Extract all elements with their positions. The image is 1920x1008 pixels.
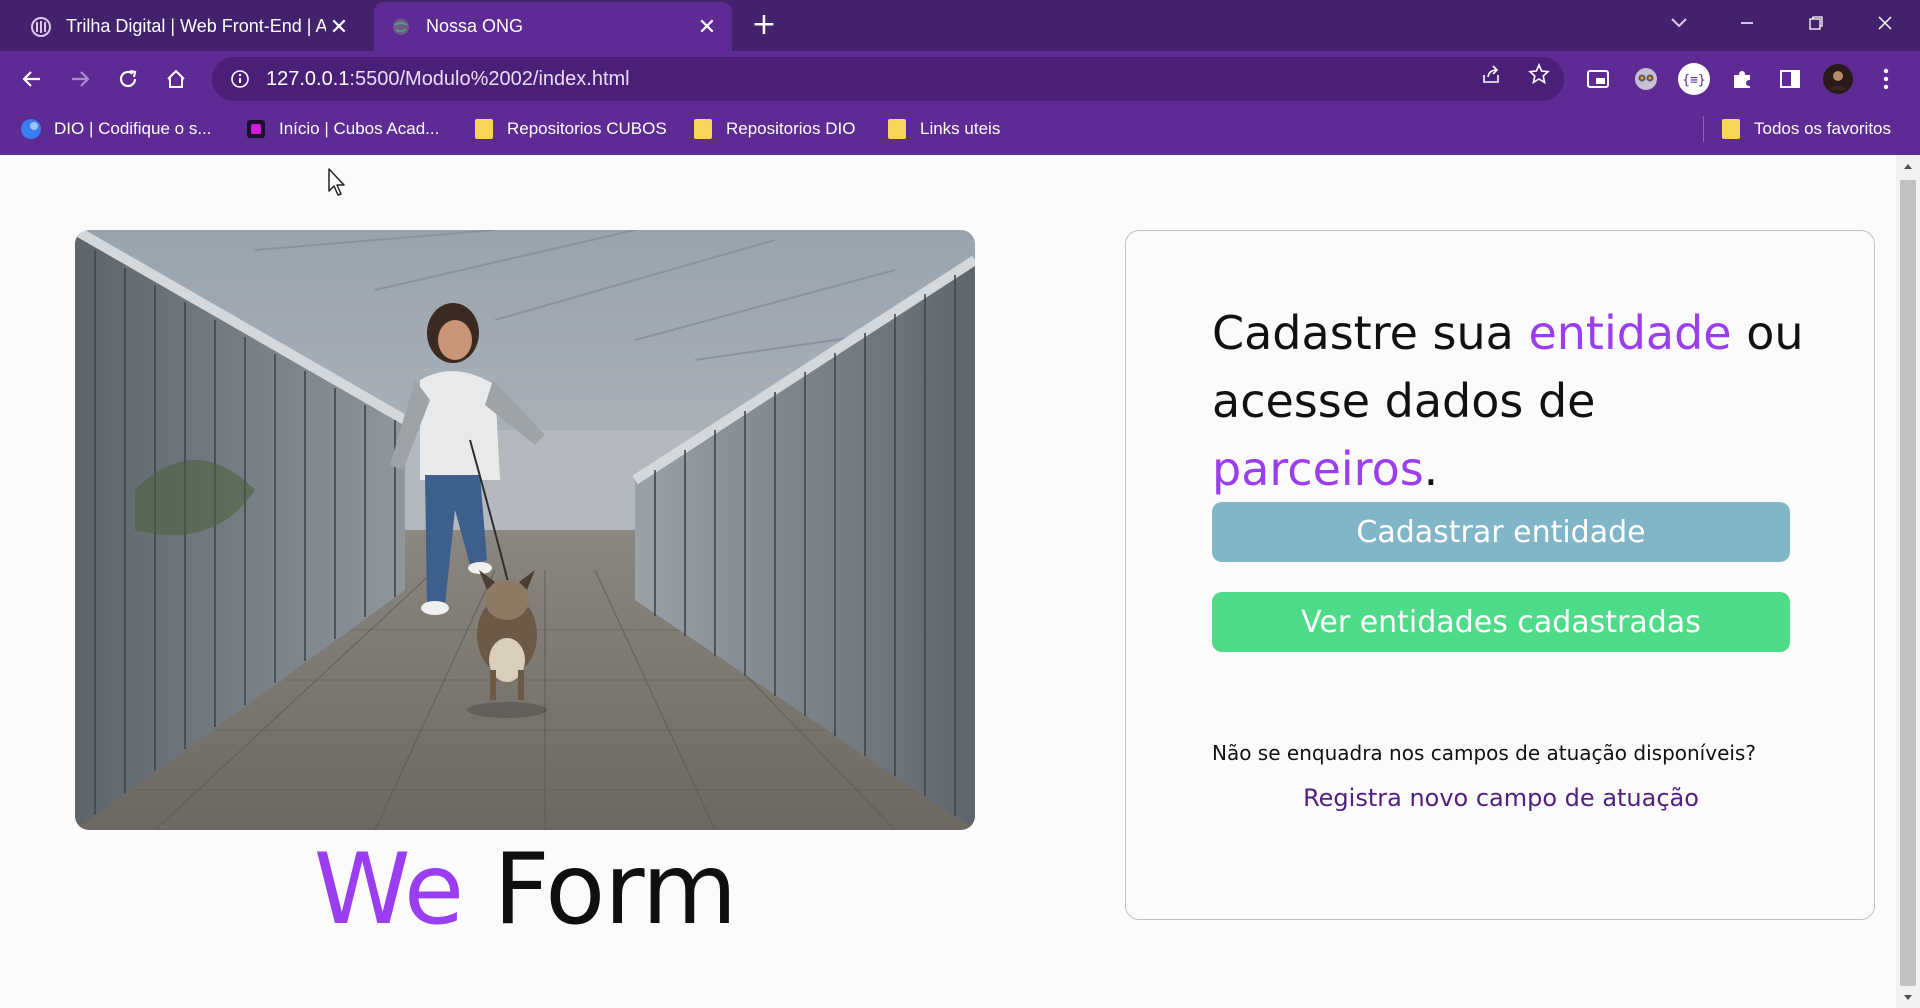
bookmark-label: Repositorios CUBOS xyxy=(507,119,667,138)
tab-search-icon[interactable] xyxy=(1656,8,1702,38)
site-info-icon[interactable] xyxy=(226,65,254,93)
extensions-puzzle-icon[interactable] xyxy=(1724,61,1760,97)
folder-icon xyxy=(692,118,714,140)
cta-card: Cadastre sua entidade ou acesse dados de… xyxy=(1125,230,1875,920)
mouse-pointer-icon xyxy=(327,167,349,197)
reload-icon[interactable] xyxy=(110,61,146,97)
card-headline: Cadastre sua entidade ou acesse dados de… xyxy=(1212,306,1804,496)
tab-trilha-digital[interactable]: Trilha Digital | Web Front-End | A ✕ xyxy=(14,2,364,51)
highlight-parceiros: parceiros xyxy=(1212,442,1424,496)
bookmarks-divider xyxy=(1703,116,1704,142)
extension-face-icon[interactable] xyxy=(1628,61,1664,97)
json-formatter-icon[interactable]: {≡} xyxy=(1676,61,1712,97)
register-field-link[interactable]: Registra novo campo de atuação xyxy=(1212,784,1790,812)
cubos-icon xyxy=(245,118,267,140)
scrollbar-thumb[interactable] xyxy=(1900,180,1916,986)
hero-photo xyxy=(75,230,975,830)
dio-trilha-icon xyxy=(30,16,52,38)
bookmark-label: DIO | Codifique o s... xyxy=(54,119,212,138)
brand-we: We xyxy=(313,833,464,947)
address-bar[interactable]: 127.0.0.1:5500/Modulo%2002/index.html xyxy=(212,57,1564,101)
bookmark-label: Todos os favoritos xyxy=(1754,119,1892,138)
page-viewport: We Form Cadastre sua entidade ou acesse … xyxy=(0,155,1896,1008)
folder-icon xyxy=(473,118,495,140)
bookmark-cubos[interactable]: Início | Cubos Acad... xyxy=(245,115,439,143)
browser-toolbar: 127.0.0.1:5500/Modulo%2002/index.html {≡… xyxy=(0,51,1920,107)
view-entities-button[interactable]: Ver entidades cadastradas xyxy=(1212,592,1790,652)
tab-title: Nossa ONG xyxy=(426,16,524,36)
restore-icon[interactable] xyxy=(1793,8,1839,38)
scroll-up-icon[interactable] xyxy=(1900,158,1916,174)
svg-text:{≡}: {≡} xyxy=(1682,73,1705,88)
dio-icon xyxy=(20,118,42,140)
bookmark-links-uteis[interactable]: Links uteis xyxy=(886,115,1000,143)
side-panel-icon[interactable] xyxy=(1772,61,1808,97)
folder-icon xyxy=(1720,118,1742,140)
bookmark-star-icon[interactable] xyxy=(1524,59,1554,89)
back-icon[interactable] xyxy=(14,61,50,97)
tab-nossa-ong[interactable]: Nossa ONG ✕ xyxy=(374,2,732,51)
highlight-entidade: entidade xyxy=(1528,306,1732,360)
brand-logo: We Form xyxy=(75,835,975,945)
close-tab-icon[interactable]: ✕ xyxy=(694,14,720,40)
register-entity-button[interactable]: Cadastrar entidade xyxy=(1212,502,1790,562)
scroll-down-icon[interactable] xyxy=(1900,990,1916,1006)
menu-kebab-icon[interactable] xyxy=(1868,61,1904,97)
bookmark-repositorios-cubos[interactable]: Repositorios CUBOS xyxy=(473,115,667,143)
forward-icon[interactable] xyxy=(62,61,98,97)
bookmark-label: Links uteis xyxy=(920,119,1001,138)
close-tab-icon[interactable]: ✕ xyxy=(326,14,352,40)
avatar[interactable] xyxy=(1820,61,1856,97)
tab-title: Trilha Digital | Web Front-End | A xyxy=(66,16,326,36)
bookmark-repositorios-dio[interactable]: Repositorios DIO xyxy=(692,115,855,143)
globe-icon xyxy=(390,16,412,38)
new-tab-button[interactable]: + xyxy=(748,10,780,42)
folder-icon xyxy=(886,118,908,140)
all-bookmarks-folder[interactable]: Todos os favoritos xyxy=(1720,115,1891,143)
share-icon[interactable] xyxy=(1476,59,1506,89)
brand-form: Form xyxy=(493,833,737,947)
home-icon[interactable] xyxy=(158,61,194,97)
bookmark-label: Repositorios DIO xyxy=(726,119,856,138)
bookmark-label: Início | Cubos Acad... xyxy=(279,119,440,138)
question-text: Não se enquadra nos campos de atuação di… xyxy=(1212,741,1756,765)
close-window-icon[interactable] xyxy=(1862,8,1908,38)
picture-in-picture-icon[interactable] xyxy=(1580,61,1616,97)
url-text: 127.0.0.1:5500/Modulo%2002/index.html xyxy=(266,67,630,90)
minimize-icon[interactable] xyxy=(1724,8,1770,38)
bookmark-dio[interactable]: DIO | Codifique o s... xyxy=(20,115,211,143)
